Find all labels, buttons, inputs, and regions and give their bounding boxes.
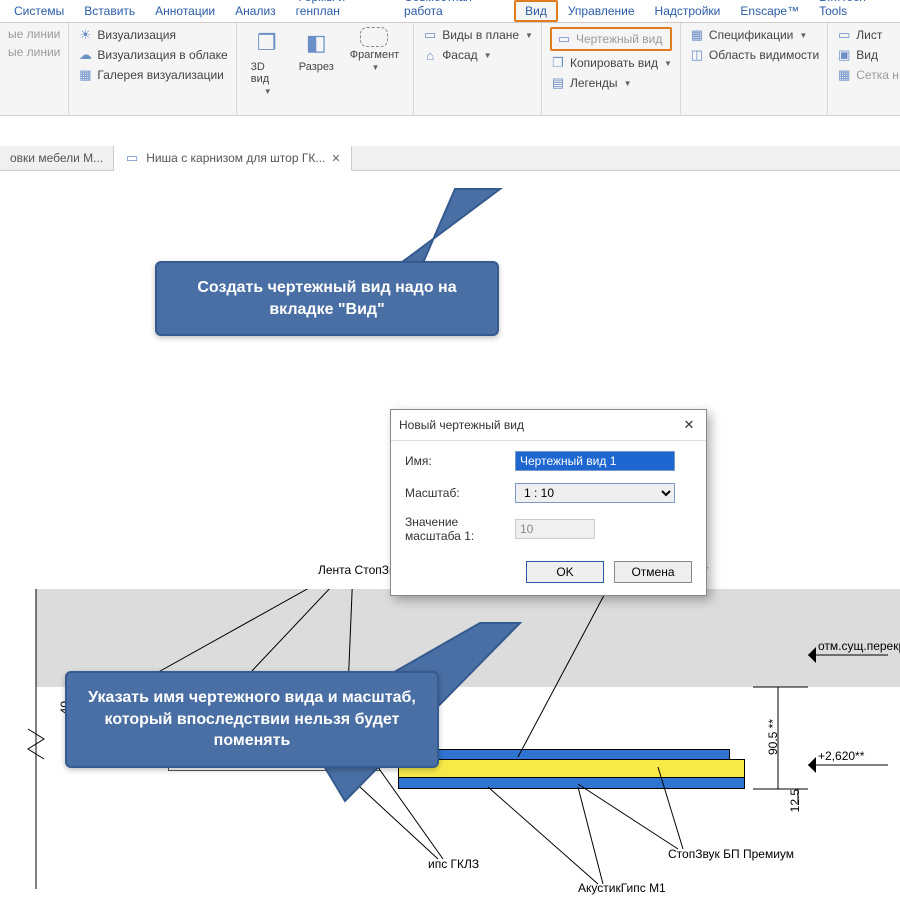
chevron-down-icon: ▼ [264,87,272,96]
chevron-down-icon: ▼ [484,51,492,60]
callout-icon [360,27,388,47]
plan-icon: ▭ [422,27,438,43]
close-icon[interactable]: ✕ [331,152,340,165]
tab-insert[interactable]: Вставить [74,1,145,22]
schedule-icon: ▦ [689,27,705,43]
cube-icon: ❒ [251,27,283,59]
btn-cloud-render[interactable]: ☁Визуализация в облаке [77,47,227,63]
doc-tab-prev[interactable]: овки мебели М... [0,146,114,170]
close-icon[interactable]: ✕ [680,416,698,434]
scope-icon: ◫ [689,47,705,63]
chevron-down-icon: ▼ [799,31,807,40]
scale-num-input [515,519,595,539]
gallery-icon: ▦ [77,67,93,83]
scale-label: Масштаб: [405,486,515,500]
grid-icon: ▦ [836,67,852,83]
legend-icon: ▤ [550,75,566,91]
drafting-icon: ▭ [556,31,572,47]
tab-analyze[interactable]: Анализ [225,1,286,22]
sheet-icon: ▭ [836,27,852,43]
cloud-icon: ☁ [77,47,93,63]
name-input[interactable] [515,451,675,471]
btn-3d-view[interactable]: ❒3D вид▼ [245,27,289,96]
new-drafting-view-dialog: Новый чертежный вид ✕ Имя: Масштаб: 1 : … [390,409,707,596]
tab-annotate[interactable]: Аннотации [145,1,225,22]
btn-duplicate-view[interactable]: ❐Копировать вид▼ [550,55,672,71]
chevron-down-icon: ▼ [372,63,380,72]
btn-callout[interactable]: Фрагмент▼ [344,27,405,72]
document-tabs: овки мебели М... ▭ Ниша с карнизом для ш… [0,146,900,171]
ribbon-tabs: Системы Вставить Аннотации Анализ Формы … [0,0,900,23]
doc-icon: ▭ [124,150,140,166]
tab-forms[interactable]: Формы и генплан [286,0,394,22]
btn-view[interactable]: ▣Вид [836,47,899,63]
btn-plan-views[interactable]: ▭Виды в плане▼ [422,27,533,43]
cancel-button[interactable]: Отмена [614,561,692,583]
btn-guide-grid[interactable]: ▦Сетка н [836,67,899,83]
elev-icon: ⌂ [422,47,438,63]
dialog-title: Новый чертежный вид [399,418,524,432]
btn-lines1[interactable]: ые линии [8,27,60,41]
btn-lines2[interactable]: ые линии [8,45,60,59]
tab-systems[interactable]: Системы [4,1,74,22]
view-icon: ▣ [836,47,852,63]
copy-icon: ❐ [550,55,566,71]
drawing-canvas: Лента СтопЗвук DB ТермоЗвукоИзол Стандар… [0,171,900,900]
callout-create-view: Создать чертежный вид надо на вкладке "В… [155,261,499,336]
doc-tab-label: Ниша с карнизом для штор ГК... [146,151,325,165]
chevron-down-icon: ▼ [664,59,672,68]
btn-drafting-view[interactable]: ▭Чертежный вид [550,27,672,51]
tab-collab[interactable]: Совместная работа [394,0,514,22]
btn-section[interactable]: ◧Разрез [293,27,340,73]
btn-gallery[interactable]: ▦Галерея визуализации [77,67,227,83]
tab-manage[interactable]: Управление [558,1,645,22]
tab-view[interactable]: Вид [514,0,558,22]
chevron-down-icon: ▼ [624,79,632,88]
btn-elevation[interactable]: ⌂Фасад▼ [422,47,533,63]
tab-bimtech[interactable]: BIMTech Tools [809,0,900,22]
tab-enscape[interactable]: Enscape™ [730,1,809,22]
ribbon: ые линии ые линии ☀Визуализация ☁Визуали… [0,23,900,116]
chevron-down-icon: ▼ [525,31,533,40]
btn-schedules[interactable]: ▦Спецификации▼ [689,27,819,43]
render-icon: ☀ [77,27,93,43]
scale-num-label: Значение масштаба 1: [405,515,515,543]
section-icon: ◧ [300,27,332,59]
tab-addins[interactable]: Надстройки [645,1,731,22]
doc-tab-active[interactable]: ▭ Ниша с карнизом для штор ГК... ✕ [114,146,351,171]
scale-select[interactable]: 1 : 10 [515,483,675,503]
btn-render[interactable]: ☀Визуализация [77,27,227,43]
ok-button[interactable]: OK [526,561,604,583]
name-label: Имя: [405,454,515,468]
btn-legends[interactable]: ▤Легенды▼ [550,75,672,91]
btn-sheet[interactable]: ▭Лист [836,27,899,43]
btn-scope-box[interactable]: ◫Область видимости [689,47,819,63]
callout-name-scale: Указать имя чертежного вида и масштаб, к… [65,671,439,768]
